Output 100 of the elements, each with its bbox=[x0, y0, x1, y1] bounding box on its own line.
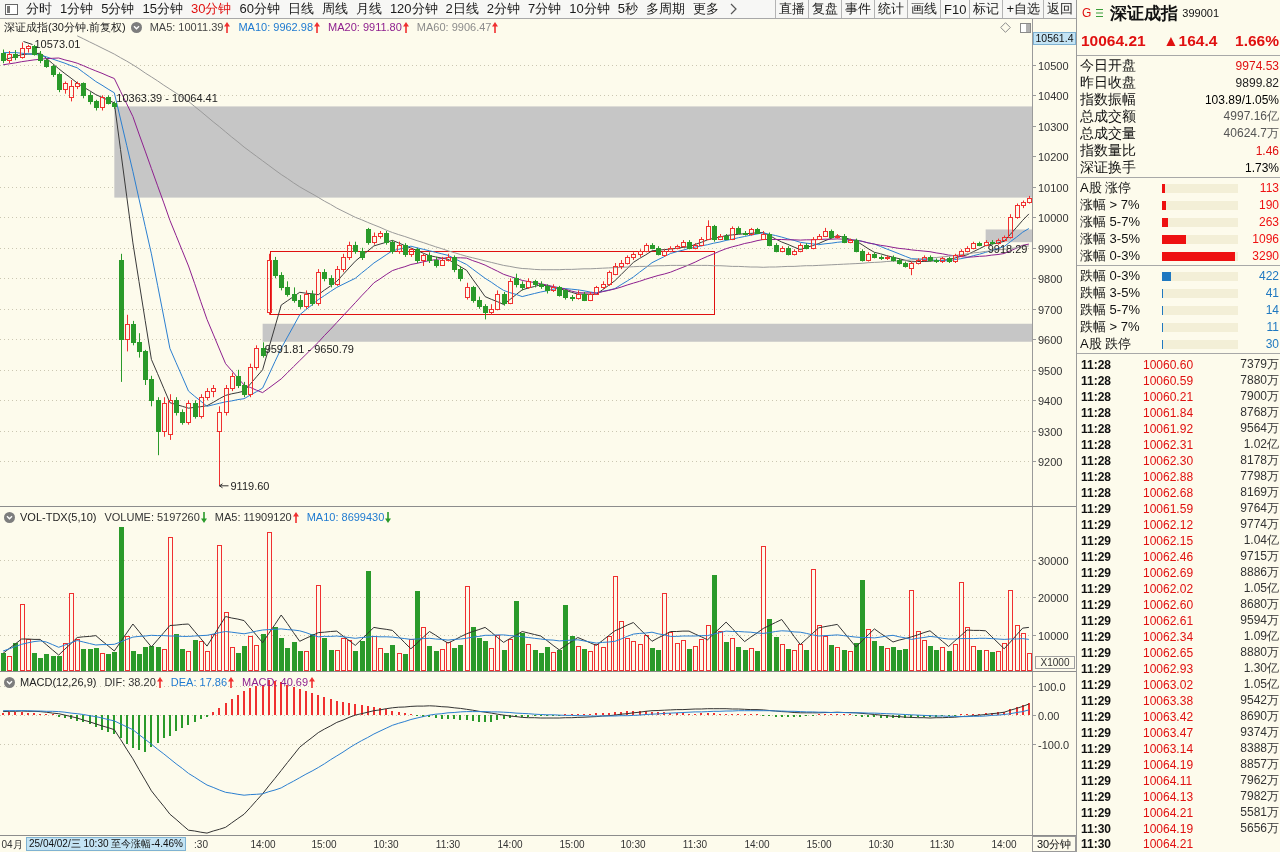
axis-tick-label: 10000 bbox=[1038, 629, 1069, 642]
trade-price: 10061.92 bbox=[1143, 421, 1195, 436]
trade-price: 10062.12 bbox=[1143, 517, 1195, 532]
axis-tick-label: 9700 bbox=[1038, 303, 1063, 316]
index-code: 399001 bbox=[1182, 7, 1220, 19]
time-axis-label: 11:30 bbox=[682, 839, 708, 850]
breadth-label: 跌幅 5-7% bbox=[1080, 301, 1141, 319]
indicator-reading: MA20: 9911.80 bbox=[328, 20, 402, 34]
trade-volume: 8169万 bbox=[1239, 484, 1279, 501]
trade-volume: 9594万 bbox=[1239, 612, 1279, 629]
breadth-label: 涨幅 5-7% bbox=[1080, 213, 1141, 231]
trade-time: 11:29 bbox=[1081, 581, 1113, 596]
trade-volume: 8880万 bbox=[1239, 644, 1279, 661]
breadth-label: 涨幅 3-5% bbox=[1080, 230, 1141, 248]
trade-time: 11:28 bbox=[1081, 357, 1113, 372]
trade-time: 11:28 bbox=[1081, 485, 1113, 500]
trade-time: 11:29 bbox=[1081, 549, 1113, 564]
stat-label: 总成交额 bbox=[1080, 107, 1136, 126]
axis-tick-label: 10500 bbox=[1038, 59, 1069, 72]
trade-time: 11:29 bbox=[1081, 565, 1113, 580]
breadth-count: 41 bbox=[1264, 286, 1279, 300]
time-axis-label: 10:30 bbox=[868, 839, 894, 850]
trade-price: 10062.65 bbox=[1143, 645, 1195, 660]
axis-tick-label: 20000 bbox=[1038, 591, 1069, 604]
trade-volume: 8768万 bbox=[1239, 404, 1279, 421]
axis-tick-label: 10400 bbox=[1038, 89, 1069, 102]
axis-tick-label: -100.0 bbox=[1038, 738, 1070, 751]
trade-volume: 7982万 bbox=[1239, 788, 1279, 805]
breadth-label: 跌幅 3-5% bbox=[1080, 284, 1141, 302]
stat-value: 103.89/1.05% bbox=[1204, 92, 1279, 107]
trade-price: 10064.19 bbox=[1143, 821, 1195, 836]
trade-volume: 1.05亿 bbox=[1242, 580, 1279, 597]
trade-price: 10060.59 bbox=[1143, 373, 1195, 388]
trade-price: 10060.60 bbox=[1143, 357, 1195, 372]
trade-time: 11:28 bbox=[1081, 389, 1113, 404]
trade-time: 11:29 bbox=[1081, 597, 1113, 612]
trade-price: 10062.31 bbox=[1143, 437, 1195, 452]
index-name: 深证成指 bbox=[1110, 2, 1179, 25]
trade-volume: 1.04亿 bbox=[1242, 532, 1279, 549]
axis-tick-label: 10100 bbox=[1038, 181, 1069, 194]
trade-volume: 9564万 bbox=[1239, 420, 1279, 437]
trade-time: 11:29 bbox=[1081, 661, 1113, 676]
time-axis-label: 11:30 bbox=[435, 839, 461, 850]
indicator-title: MACD(12,26,9) bbox=[20, 675, 97, 689]
trade-time: 11:29 bbox=[1081, 677, 1113, 692]
axis-tick-label: 100.0 bbox=[1038, 680, 1066, 693]
trade-volume: 9542万 bbox=[1239, 692, 1279, 709]
trade-time: 11:29 bbox=[1081, 741, 1113, 756]
trade-price: 10064.21 bbox=[1143, 805, 1195, 820]
trade-price: 10064.19 bbox=[1143, 757, 1195, 772]
axis-tick-label: 30000 bbox=[1038, 554, 1069, 567]
price-change: ▲164.4 bbox=[1163, 31, 1218, 50]
trade-volume: 9715万 bbox=[1239, 548, 1279, 565]
breadth-count: 14 bbox=[1264, 303, 1279, 317]
trade-price: 10063.38 bbox=[1143, 693, 1195, 708]
axis-tick-label: 9300 bbox=[1038, 425, 1063, 438]
trade-volume: 9374万 bbox=[1239, 724, 1279, 741]
indicator-reading: MA60: 9906.47 bbox=[416, 20, 492, 34]
trade-volume: 1.30亿 bbox=[1242, 660, 1279, 677]
trade-time: 11:30 bbox=[1081, 821, 1113, 836]
trade-time: 11:29 bbox=[1081, 629, 1113, 644]
trade-price: 10063.42 bbox=[1143, 709, 1195, 724]
trade-price: 10062.93 bbox=[1143, 661, 1195, 676]
trade-time: 11:28 bbox=[1081, 373, 1113, 388]
low-price-label: 9119.60 bbox=[230, 479, 270, 492]
trade-time: 11:29 bbox=[1081, 725, 1113, 740]
time-axis-label: 04月 bbox=[1, 839, 23, 850]
trade-volume: 8886万 bbox=[1239, 564, 1279, 581]
stat-label: 总成交量 bbox=[1080, 124, 1136, 143]
stat-label: 今日开盘 bbox=[1080, 56, 1136, 75]
trade-volume: 9774万 bbox=[1239, 516, 1279, 533]
trade-time: 11:29 bbox=[1081, 789, 1113, 804]
breadth-count: 263 bbox=[1257, 215, 1279, 229]
indicator-reading: MA5: 10011.39 bbox=[149, 20, 224, 34]
trade-volume: 7880万 bbox=[1239, 372, 1279, 389]
stat-value: 4997.16亿 bbox=[1223, 108, 1279, 125]
axis-tick-label: 10200 bbox=[1038, 150, 1069, 163]
indicator-reading: MA5: 11909120 bbox=[214, 510, 292, 524]
trade-volume: 1.09亿 bbox=[1242, 628, 1279, 645]
stat-label: 指数量比 bbox=[1080, 141, 1136, 160]
trade-time: 11:28 bbox=[1081, 453, 1113, 468]
cursor-price-readout: 10561.4 bbox=[1033, 32, 1076, 45]
trade-price: 10063.47 bbox=[1143, 725, 1195, 740]
trade-volume: 9764万 bbox=[1239, 500, 1279, 517]
trade-volume: 7962万 bbox=[1239, 772, 1279, 789]
time-axis-label: 14:00 bbox=[497, 839, 523, 850]
indicator-reading: DEA: 17.86 bbox=[170, 675, 228, 689]
trade-volume: 5656万 bbox=[1239, 820, 1279, 837]
breadth-label: A股 跌停 bbox=[1080, 335, 1133, 353]
zone-price-label: 10363.39 - 10064.41 bbox=[116, 92, 218, 105]
breadth-count: 30 bbox=[1264, 337, 1279, 351]
trade-volume: 1.05亿 bbox=[1242, 676, 1279, 693]
breadth-count: 190 bbox=[1257, 198, 1279, 212]
trade-volume: 8388万 bbox=[1239, 740, 1279, 757]
trade-volume: 8690万 bbox=[1239, 708, 1279, 725]
time-axis-label: :30 bbox=[194, 839, 208, 850]
trade-price: 10062.88 bbox=[1143, 469, 1195, 484]
stat-value: 9899.82 bbox=[1235, 75, 1279, 90]
trade-time: 11:29 bbox=[1081, 805, 1113, 820]
time-axis-label: 10:30 bbox=[373, 839, 399, 850]
